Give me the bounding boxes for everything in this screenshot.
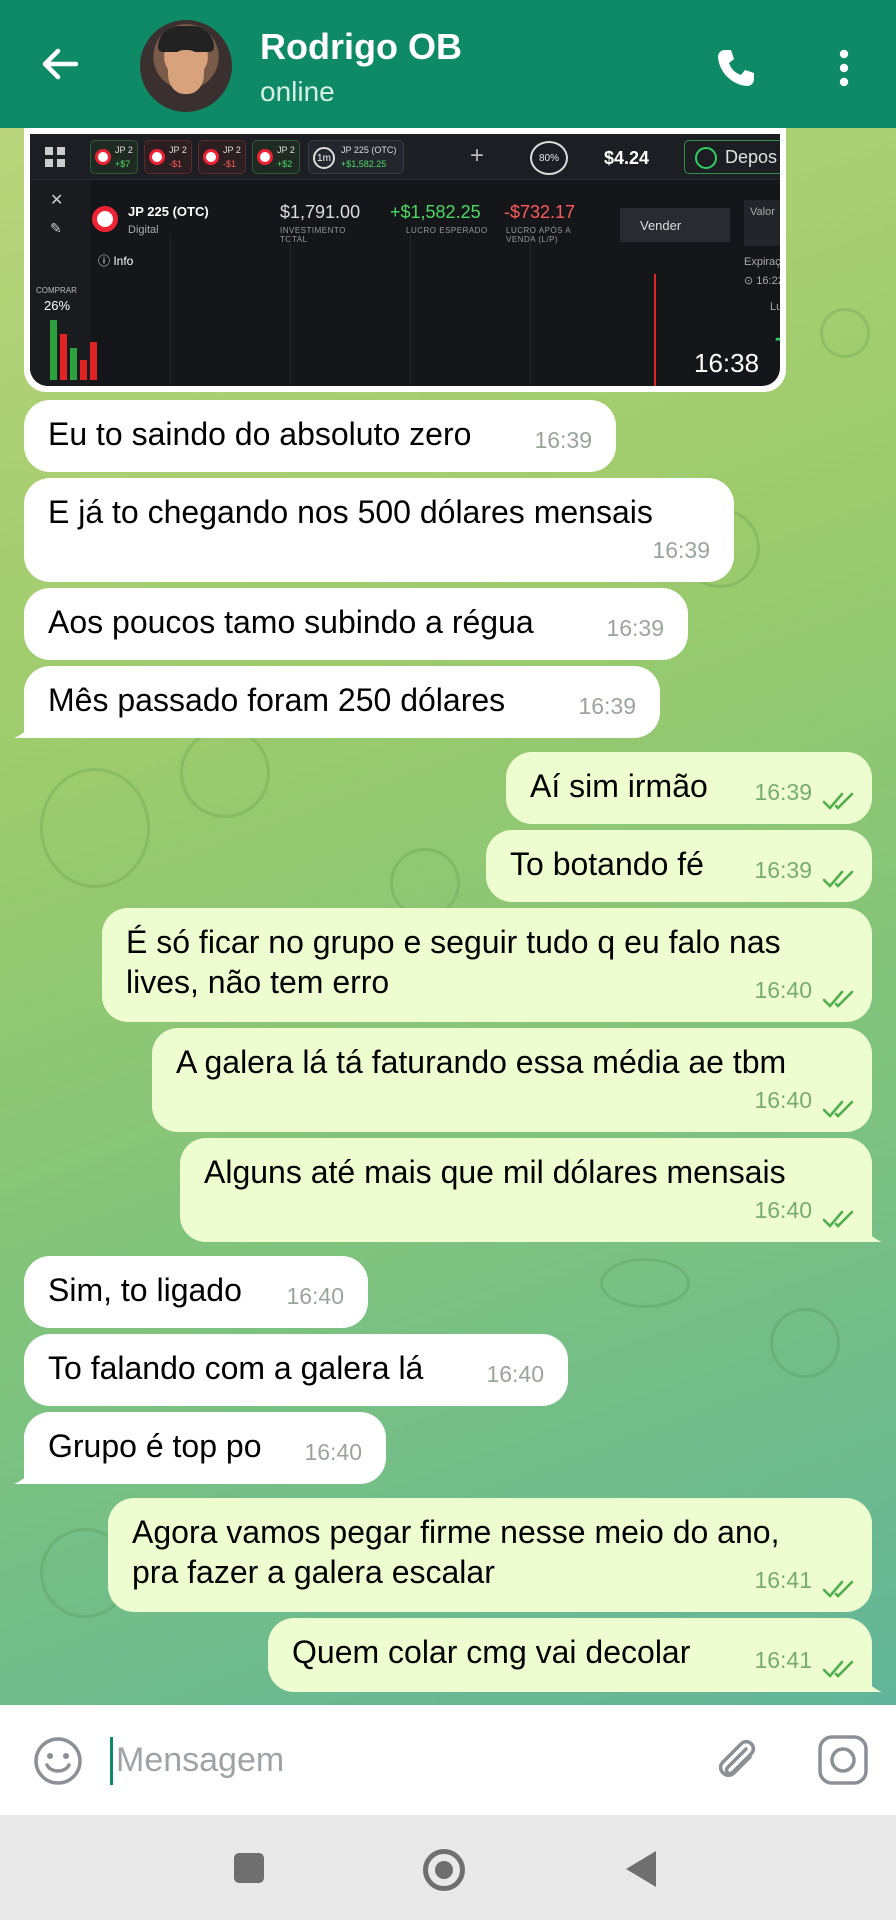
message-text: É só ficar no grupo e seguir tudo q eu f… <box>126 924 781 1000</box>
back-arrow-icon[interactable] <box>36 40 84 88</box>
payout-percent: 80% <box>530 141 568 175</box>
message-incoming[interactable]: Eu to saindo do absoluto zero 16:39 <box>24 400 616 472</box>
asset-tab: JP 2 +$7 <box>90 140 138 174</box>
pin-icon: ✎ <box>50 220 62 236</box>
message-text: E já to chegando nos 500 dólares mensais <box>48 494 653 530</box>
message-text: To falando com a galera lá <box>48 1350 424 1386</box>
message-time: 16:39 <box>754 857 812 883</box>
message-time: 16:40 <box>754 1197 812 1223</box>
message-text: Mês passado foram 250 dólares <box>48 682 506 718</box>
asset-tab: JP 2 -$1 <box>198 140 246 174</box>
message-outgoing[interactable]: Agora vamos pegar firme nesse meio do an… <box>108 1498 872 1612</box>
message-incoming[interactable]: E já to chegando nos 500 dólares mensais… <box>24 478 734 582</box>
contact-avatar[interactable] <box>140 20 232 112</box>
recent-apps-icon[interactable] <box>234 1853 264 1883</box>
message-incoming[interactable]: To falando com a galera lá 16:40 <box>24 1334 568 1406</box>
contact-name[interactable]: Rodrigo OB <box>260 26 462 68</box>
message-time: 16:39 <box>578 693 636 719</box>
asset-tab: JP 2 -$1 <box>144 140 192 174</box>
message-input[interactable] <box>116 1733 676 1787</box>
message-time: 16:40 <box>486 1361 544 1387</box>
home-icon[interactable] <box>423 1849 465 1891</box>
message-text: A galera lá tá faturando essa média ae t… <box>176 1044 787 1080</box>
deposit-button: Depos <box>684 140 780 174</box>
double-check-icon <box>822 1210 854 1228</box>
message-time: 16:39 <box>534 427 592 453</box>
chat-area[interactable]: JP 2 +$7 JP 2 -$1 JP 2 -$1 JP 2 +$2 1m J… <box>0 128 896 1705</box>
asset-tab-active: 1m JP 225 (OTC) +$1,582.25 <box>308 140 404 174</box>
message-outgoing[interactable]: É só ficar no grupo e seguir tudo q eu f… <box>102 908 872 1022</box>
message-outgoing[interactable]: Quem colar cmg vai decolar 16:41 <box>268 1618 882 1692</box>
phone-icon[interactable] <box>712 44 760 92</box>
message-time: 16:41 <box>754 1567 812 1593</box>
message-text: Eu to saindo do absoluto zero <box>48 416 472 452</box>
system-navigation-bar <box>0 1815 896 1920</box>
message-outgoing[interactable]: To botando fé 16:39 <box>486 830 872 902</box>
trading-screenshot-image: JP 2 +$7 JP 2 -$1 JP 2 -$1 JP 2 +$2 1m J… <box>30 134 780 386</box>
more-vertical-icon[interactable] <box>820 44 868 92</box>
message-time: 16:40 <box>304 1439 362 1465</box>
double-check-icon <box>822 870 854 888</box>
deposit-icon <box>695 147 717 169</box>
grid-icon <box>45 147 65 167</box>
sell-button: Vender <box>620 208 730 242</box>
message-incoming[interactable]: Sim, to ligado 16:40 <box>24 1256 368 1328</box>
info-button: ⓘ Info <box>98 254 134 268</box>
double-check-icon <box>822 990 854 1008</box>
image-timestamp: 16:38 <box>694 348 760 378</box>
message-time: 16:40 <box>754 1087 812 1113</box>
message-outgoing[interactable]: Alguns até mais que mil dólares mensais … <box>180 1138 882 1242</box>
close-icon: ✕ <box>50 192 64 209</box>
asset-tab: JP 2 +$2 <box>252 140 300 174</box>
chat-header: Rodrigo OB online <box>0 0 896 128</box>
message-time: 16:39 <box>754 779 812 805</box>
paperclip-icon[interactable] <box>710 1733 764 1787</box>
message-outgoing[interactable]: Aí sim irmão 16:39 <box>506 752 872 824</box>
message-text: Alguns até mais que mil dólares mensais <box>204 1154 786 1190</box>
back-triangle-icon[interactable] <box>626 1851 656 1887</box>
message-time: 16:39 <box>652 537 710 563</box>
expiry-line <box>654 274 656 386</box>
message-incoming[interactable]: Mês passado foram 250 dólares 16:39 <box>14 666 660 738</box>
message-incoming[interactable]: Aos poucos tamo subindo a régua 16:39 <box>24 588 688 660</box>
emoji-icon[interactable] <box>32 1735 84 1787</box>
balance: $4.24 <box>604 148 650 168</box>
camera-icon[interactable] <box>816 1733 870 1787</box>
contact-status: online <box>260 76 335 107</box>
message-text: Agora vamos pegar firme nesse meio do an… <box>132 1514 780 1590</box>
message-time: 16:41 <box>754 1647 812 1673</box>
message-text: Aos poucos tamo subindo a régua <box>48 604 534 640</box>
message-time: 16:40 <box>754 977 812 1003</box>
message-composer <box>0 1705 896 1815</box>
message-text: Aí sim irmão <box>530 768 708 804</box>
add-tab-icon: + <box>470 142 485 169</box>
message-time: 16:39 <box>606 615 664 641</box>
double-check-icon <box>822 792 854 810</box>
message-incoming[interactable]: Grupo é top po 16:40 <box>14 1412 386 1484</box>
asset-logo <box>92 206 118 232</box>
message-outgoing[interactable]: A galera lá tá faturando essa média ae t… <box>152 1028 872 1132</box>
shared-trading-screenshot[interactable]: JP 2 +$7 JP 2 -$1 JP 2 -$1 JP 2 +$2 1m J… <box>24 128 786 392</box>
double-check-icon <box>822 1660 854 1678</box>
double-check-icon <box>822 1100 854 1118</box>
double-check-icon <box>822 1580 854 1598</box>
text-cursor <box>110 1737 113 1785</box>
message-time: 16:40 <box>286 1283 344 1309</box>
